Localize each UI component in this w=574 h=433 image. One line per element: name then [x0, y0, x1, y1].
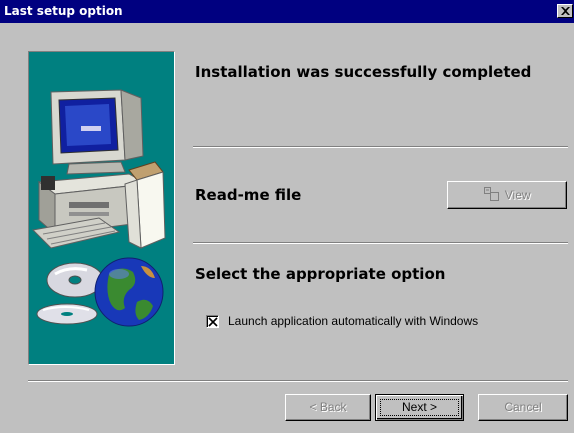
monitor-icon	[50, 89, 144, 175]
cancel-button-label: Cancel	[504, 400, 542, 414]
view-readme-button[interactable]: View	[447, 181, 567, 209]
computer-and-globe-illustration	[31, 89, 166, 327]
setup-dialog: Last setup option Installation was succe…	[0, 0, 574, 433]
section-divider	[193, 146, 568, 148]
globe-icon	[94, 257, 164, 327]
options-heading: Select the appropriate option	[195, 265, 446, 283]
section-divider	[193, 242, 568, 244]
launch-on-startup-label: Launch application automatically with Wi…	[228, 314, 479, 328]
view-button-label: View	[504, 188, 531, 202]
title-bar[interactable]: Last setup option	[0, 0, 574, 23]
view-button-content: View	[483, 182, 531, 208]
document-view-icon	[484, 187, 500, 201]
window-title: Last setup option	[4, 4, 123, 18]
back-button-label: < Back	[309, 400, 347, 414]
back-button[interactable]: < Back	[285, 394, 371, 421]
close-icon	[561, 7, 570, 15]
focus-indicator	[380, 399, 459, 416]
next-button[interactable]: Next >	[375, 394, 464, 421]
launch-on-startup-checkbox[interactable]	[206, 315, 219, 328]
cd-disc-icon	[36, 262, 104, 325]
close-button[interactable]	[557, 4, 573, 18]
setup-illustration	[28, 51, 175, 365]
cancel-button[interactable]: Cancel	[478, 394, 568, 421]
readme-heading: Read-me file	[195, 186, 302, 204]
checkbox-x-mark-icon	[208, 317, 218, 327]
completion-heading: Installation was successfully completed	[195, 63, 532, 81]
footer-divider	[28, 380, 568, 382]
